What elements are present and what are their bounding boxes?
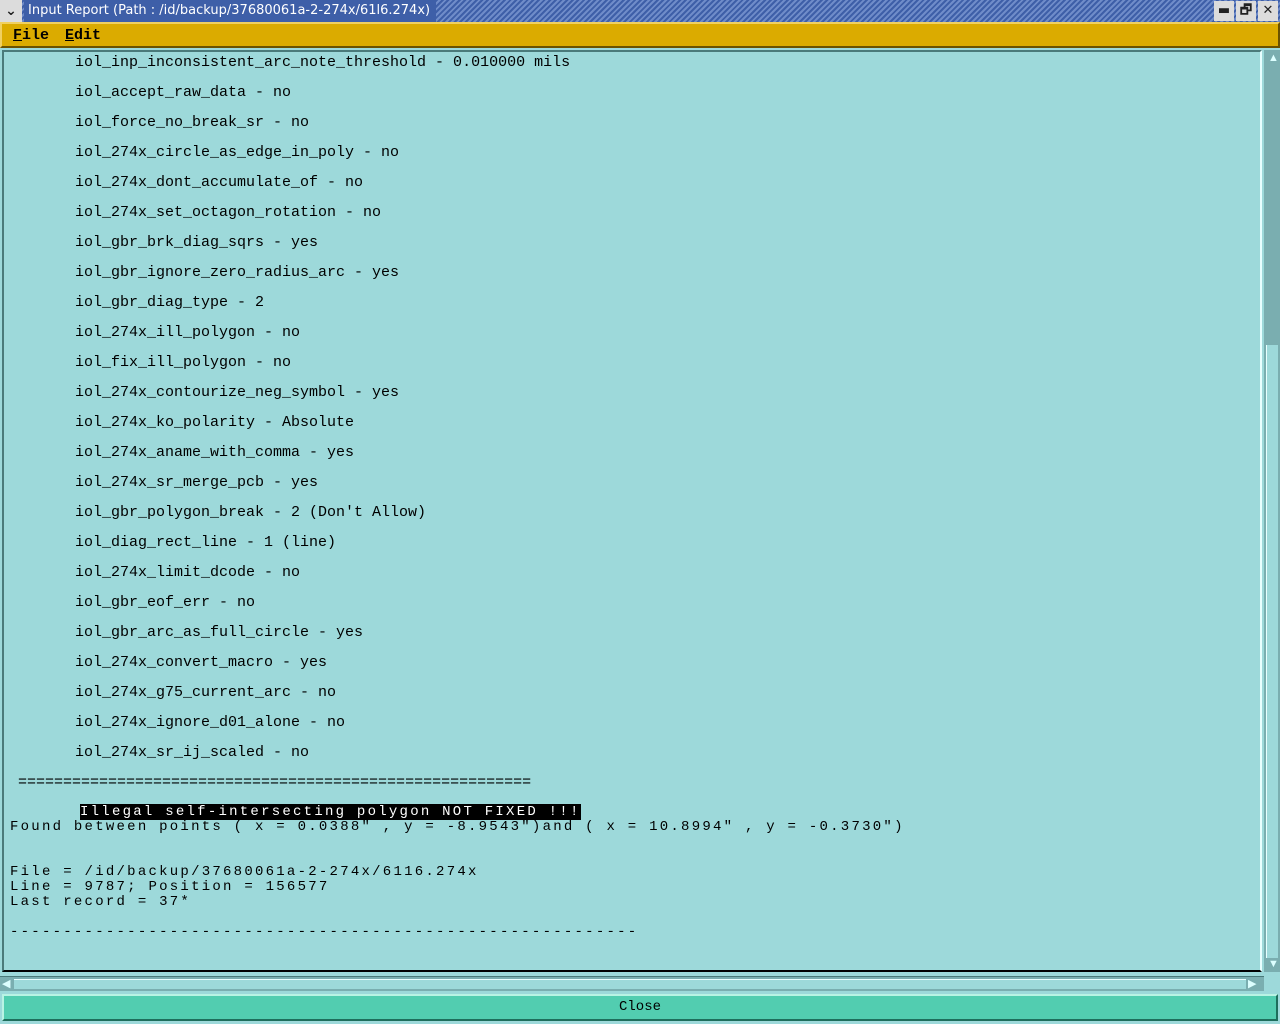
dash-separator: ----------------------------------------… [10, 924, 639, 940]
separator-line: ========================================… [18, 774, 532, 791]
close-window-button[interactable]: ✕ [1258, 1, 1278, 21]
setting-line: iol_274x_aname_with_comma - yes [75, 444, 355, 461]
scroll-up-arrow-icon[interactable]: ▲ [1268, 52, 1279, 64]
setting-line: iol_274x_set_octagon_rotation - no [75, 204, 382, 221]
menu-bar: File Edit [0, 22, 1280, 48]
error-last-record: Last record = 37* [10, 894, 192, 910]
setting-line: iol_fix_ill_polygon - no [75, 354, 292, 371]
setting-line: iol_274x_limit_dcode - no [75, 564, 301, 581]
menu-edit-label: dit [74, 27, 102, 44]
setting-line: iol_diag_rect_line - 1 (line) [75, 534, 337, 551]
setting-line: iol_gbr_brk_diag_sqrs - yes [75, 234, 319, 251]
menu-edit[interactable]: Edit [65, 27, 101, 44]
menu-file-label: ile [22, 27, 50, 44]
minimize-button[interactable]: ▬ [1214, 1, 1234, 21]
maximize-button[interactable]: 🗗 [1236, 1, 1256, 21]
setting-line: iol_force_no_break_sr - no [75, 114, 310, 131]
error-file: File = /id/backup/37680061a-2-274x/6116.… [10, 864, 479, 880]
title-bar: ⌄ Input Report (Path : /id/backup/376800… [0, 0, 1280, 22]
menu-edit-mnemonic: E [65, 27, 75, 44]
report-text-area[interactable]: iol_inp_inconsistent_arc_note_threshold … [2, 50, 1262, 972]
scroll-down-arrow-icon[interactable]: ▼ [1268, 958, 1279, 970]
setting-line: iol_274x_ill_polygon - no [75, 324, 301, 341]
scroll-right-arrow-icon[interactable]: ▶ [1248, 978, 1256, 990]
window-title: Input Report (Path : /id/backup/37680061… [24, 0, 437, 22]
error-line: Line = 9787; Position = 156577 [10, 879, 330, 895]
setting-line: iol_274x_sr_ij_scaled - no [75, 744, 310, 761]
setting-line: iol_274x_g75_current_arc - no [75, 684, 337, 701]
error-location: Found between points ( x = 0.0388" , y =… [10, 819, 905, 835]
setting-line: iol_274x_circle_as_edge_in_poly - no [75, 144, 400, 161]
error-message: Illegal self-intersecting polygon NOT FI… [80, 804, 581, 820]
setting-line: iol_274x_ko_polarity - Absolute [75, 414, 355, 431]
setting-line: iol_gbr_polygon_break - 2 (Don't Allow) [75, 504, 427, 521]
horizontal-scroll-thumb[interactable] [14, 979, 1246, 989]
setting-line: iol_274x_ignore_d01_alone - no [75, 714, 346, 731]
setting-line: iol_274x_convert_macro - yes [75, 654, 328, 671]
setting-line: iol_inp_inconsistent_arc_note_threshold … [75, 54, 571, 71]
setting-line: iol_gbr_ignore_zero_radius_arc - yes [75, 264, 400, 281]
scroll-left-arrow-icon[interactable]: ◀ [2, 978, 10, 990]
window-menu-button[interactable]: ⌄ [0, 0, 22, 22]
menu-file-mnemonic: F [13, 27, 23, 44]
setting-line: iol_gbr_arc_as_full_circle - yes [75, 624, 364, 641]
setting-line: iol_274x_dont_accumulate_of - no [75, 174, 364, 191]
setting-line: iol_gbr_diag_type - 2 [75, 294, 265, 311]
setting-line: iol_274x_sr_merge_pcb - yes [75, 474, 319, 491]
close-button[interactable]: Close [2, 994, 1278, 1021]
vertical-scroll-thumb[interactable] [1266, 345, 1278, 958]
setting-line: iol_274x_contourize_neg_symbol - yes [75, 384, 400, 401]
menu-file[interactable]: File [13, 27, 49, 44]
setting-line: iol_accept_raw_data - no [75, 84, 292, 101]
setting-line: iol_gbr_eof_err - no [75, 594, 256, 611]
